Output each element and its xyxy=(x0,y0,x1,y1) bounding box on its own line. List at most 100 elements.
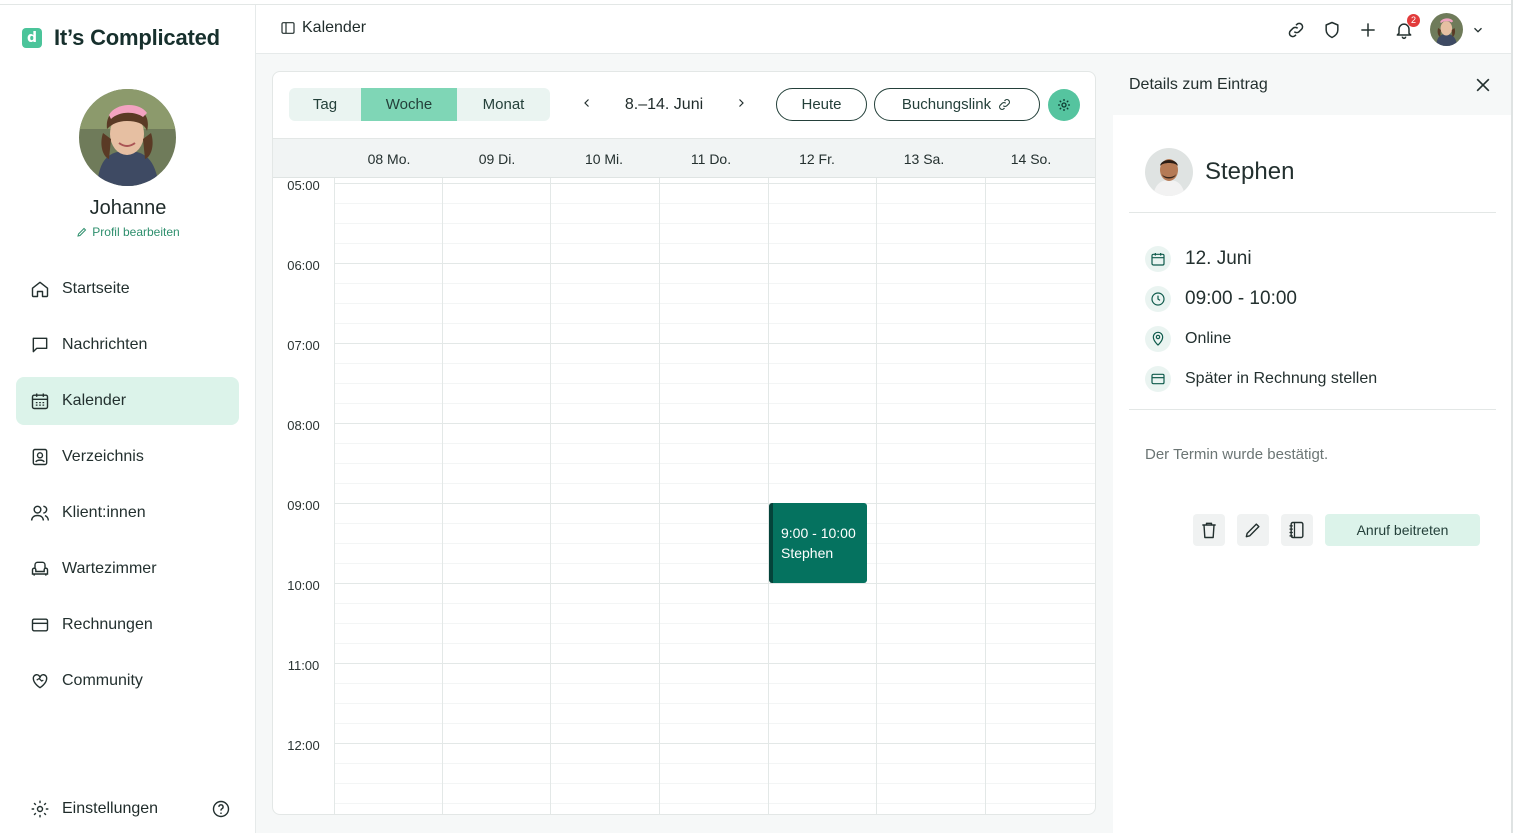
pencil-icon xyxy=(77,227,87,237)
day-header[interactable]: 08 Mo. xyxy=(335,151,443,167)
sidebar-item-wartezimmer[interactable]: Wartezimmer xyxy=(16,545,239,593)
grid-row-line xyxy=(334,363,1095,364)
users-icon xyxy=(30,505,50,521)
grid-row-line xyxy=(334,263,1095,264)
sidebar-item-label: Startseite xyxy=(62,280,130,297)
sidebar-item-label: Nachrichten xyxy=(62,336,148,353)
plus-icon[interactable] xyxy=(1358,20,1378,40)
calendar-icon xyxy=(31,393,49,410)
day-header[interactable]: 11 Do. xyxy=(657,151,765,167)
user-photo-icon xyxy=(1430,13,1463,46)
user-avatar[interactable] xyxy=(1430,13,1463,46)
location-pin-icon xyxy=(1145,326,1171,352)
calendar-grid[interactable]: 05:00 06:00 07:00 08:00 09:00 10:00 11:0… xyxy=(273,178,1095,814)
day-header-row: 08 Mo. 09 Di. 10 Mi. 11 Do. 12 Fr. 13 Sa… xyxy=(273,138,1095,178)
sidebar-item-klientinnen[interactable]: Klient:innen xyxy=(16,489,239,537)
view-tag-button[interactable]: Tag xyxy=(289,88,361,121)
logo-mark-icon: d xyxy=(22,28,42,48)
sidebar-item-einstellungen[interactable]: Einstellungen xyxy=(16,789,239,829)
day-header[interactable]: 14 So. xyxy=(977,151,1085,167)
delete-button[interactable] xyxy=(1193,514,1225,546)
week-range-label: 8.–14. Juni xyxy=(624,95,704,113)
time-label: 11:00 xyxy=(287,658,320,673)
calendar-icon xyxy=(1145,246,1171,272)
details-location: Online xyxy=(1145,326,1231,352)
sidebar-item-kalender[interactable]: Kalender xyxy=(16,377,239,425)
chevron-down-icon[interactable] xyxy=(1471,23,1485,37)
booking-link-button[interactable]: Buchungslink xyxy=(874,88,1040,121)
sidebar-toggle-icon[interactable] xyxy=(280,20,296,36)
day-header[interactable]: 10 Mi. xyxy=(550,151,658,167)
grid-column-line xyxy=(659,178,660,814)
credit-card-icon xyxy=(31,618,49,632)
week-navigation: 8.–14. Juni xyxy=(573,88,755,121)
details-title: Details zum Eintrag xyxy=(1129,76,1268,93)
day-header[interactable]: 12 Fr. xyxy=(763,151,871,167)
day-header[interactable]: 09 Di. xyxy=(443,151,551,167)
today-button[interactable]: Heute xyxy=(776,88,867,121)
grid-column-line xyxy=(442,178,443,814)
details-date-value: 12. Juni xyxy=(1185,248,1252,269)
grid-row-line xyxy=(334,303,1095,304)
grid-row-line xyxy=(334,563,1095,564)
calendar-event[interactable]: 9:00 - 10:00 Stephen xyxy=(769,503,867,583)
top-header: Kalender 2 xyxy=(256,5,1513,54)
app-window: d It’s Complicated Johanne Profil bearbe… xyxy=(0,0,1513,833)
grid-row-line xyxy=(334,743,1095,744)
next-week-button[interactable] xyxy=(727,96,755,114)
calendar-card: Tag Woche Monat 8.–14. Juni Heute Buchun… xyxy=(272,71,1096,815)
profile-edit-link[interactable]: Profil bearbeiten xyxy=(0,225,256,239)
sidebar-item-label: Verzeichnis xyxy=(62,448,144,465)
grid-row-line xyxy=(334,803,1095,804)
grid-row-line xyxy=(334,403,1095,404)
notes-button[interactable] xyxy=(1281,514,1313,546)
details-date: 12. Juni xyxy=(1145,246,1252,272)
profile-edit-label: Profil bearbeiten xyxy=(92,225,180,239)
help-icon[interactable] xyxy=(211,799,231,819)
grid-row-line xyxy=(334,683,1095,684)
grid-row-line xyxy=(334,643,1095,644)
calendar-settings-button[interactable] xyxy=(1048,89,1080,121)
sidebar-item-startseite[interactable]: Startseite xyxy=(16,265,239,313)
grid-row-line xyxy=(334,603,1095,604)
sidebar-nav: Startseite Nachrichten Kalender Verzeich… xyxy=(16,265,239,713)
chevron-right-icon xyxy=(739,98,744,107)
sidebar-item-label: Wartezimmer xyxy=(62,560,157,577)
grid-row-line xyxy=(334,443,1095,444)
sidebar-item-rechnungen[interactable]: Rechnungen xyxy=(16,601,239,649)
trash-icon xyxy=(1202,522,1216,539)
shield-icon[interactable] xyxy=(1322,20,1342,40)
sidebar-item-label: Kalender xyxy=(62,392,127,409)
person-photo-icon xyxy=(1145,148,1193,196)
sidebar-item-nachrichten[interactable]: Nachrichten xyxy=(16,321,239,369)
time-label: 12:00 xyxy=(287,738,320,753)
details-header: Details zum Eintrag xyxy=(1113,54,1513,115)
profile-avatar[interactable] xyxy=(79,89,176,186)
time-label: 08:00 xyxy=(287,418,320,433)
sidebar-item-community[interactable]: Community xyxy=(16,657,239,705)
details-billing-value: Später in Rechnung stellen xyxy=(1185,370,1378,387)
prev-week-button[interactable] xyxy=(573,96,601,114)
time-label: 10:00 xyxy=(287,578,320,593)
notifications-button[interactable]: 2 xyxy=(1394,13,1420,40)
sidebar-item-verzeichnis[interactable]: Verzeichnis xyxy=(16,433,239,481)
day-header[interactable]: 13 Sa. xyxy=(870,151,978,167)
view-monat-button[interactable]: Monat xyxy=(457,88,550,121)
heart-handshake-icon xyxy=(32,674,48,689)
grid-row-line xyxy=(334,283,1095,284)
grid-row-line xyxy=(334,783,1095,784)
grid-row-line xyxy=(334,183,1095,184)
grid-column-line xyxy=(876,178,877,814)
logo[interactable]: d It’s Complicated xyxy=(22,25,220,51)
join-call-button[interactable]: Anruf beitreten xyxy=(1325,514,1480,546)
close-icon[interactable] xyxy=(1473,75,1493,95)
grid-row-line xyxy=(334,343,1095,344)
notification-badge: 2 xyxy=(1407,13,1420,27)
grid-row-line xyxy=(334,423,1095,424)
view-woche-button[interactable]: Woche xyxy=(361,88,457,121)
chevron-left-icon xyxy=(584,98,589,107)
pencil-icon xyxy=(1245,523,1260,538)
edit-button[interactable] xyxy=(1237,514,1269,546)
details-person[interactable]: Stephen xyxy=(1145,148,1294,196)
link-icon[interactable] xyxy=(1286,20,1306,40)
